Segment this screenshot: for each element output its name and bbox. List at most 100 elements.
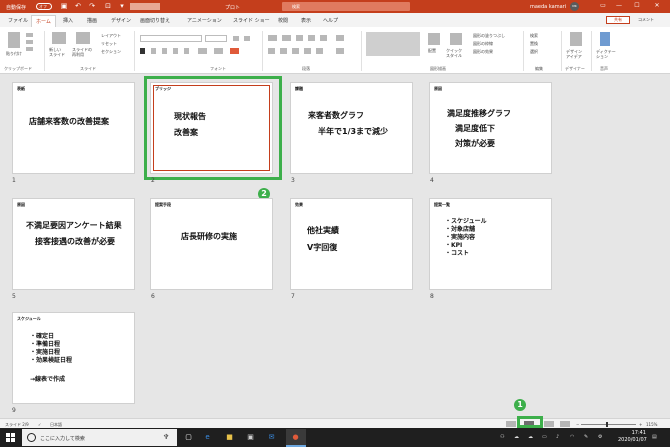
bullets-icon[interactable]: [268, 35, 277, 41]
ribbon-options-icon[interactable]: ▭: [598, 2, 608, 10]
tab-design[interactable]: デザイン: [111, 17, 131, 24]
taskbar-clock[interactable]: 17:41 2020/01/07: [618, 430, 647, 444]
tab-review[interactable]: 校閲: [278, 17, 288, 24]
tab-slideshow[interactable]: スライド ショー: [233, 17, 270, 24]
font-name-field[interactable]: [140, 35, 202, 42]
font-color-icon[interactable]: [230, 48, 239, 54]
people-icon[interactable]: ⚇: [500, 434, 504, 440]
line-spacing-icon[interactable]: [320, 35, 327, 41]
zoom-in-button[interactable]: +: [639, 422, 642, 427]
file-explorer-icon[interactable]: ■: [224, 432, 235, 443]
tab-help[interactable]: ヘルプ: [323, 17, 338, 24]
wifi-icon[interactable]: ◠: [570, 434, 574, 440]
volume-icon[interactable]: ♪: [556, 434, 559, 440]
maximize-icon[interactable]: ☐: [632, 2, 642, 10]
layout-button[interactable]: レイアウト: [101, 33, 121, 39]
microphone-icon[interactable]: ♆: [163, 433, 169, 441]
section-button[interactable]: セクション: [101, 49, 121, 55]
cut-icon[interactable]: [26, 33, 33, 37]
char-spacing-icon[interactable]: [198, 48, 207, 54]
columns-icon[interactable]: [316, 48, 323, 54]
slide-thumbnail-2-selected[interactable]: ブリッジ 現状報告 改善案: [150, 82, 273, 174]
mail-icon[interactable]: ✉: [266, 432, 277, 443]
minimize-icon[interactable]: —: [614, 2, 624, 10]
align-left-icon[interactable]: [268, 48, 275, 54]
align-center-icon[interactable]: [280, 48, 287, 54]
slide-thumbnail-9[interactable]: スケジュール ・確定日 ・準備日程 ・実施日程 ・効果検証日程 →線表で作成: [12, 312, 135, 404]
decrease-indent-icon[interactable]: [296, 35, 303, 41]
search-box[interactable]: 検索: [282, 2, 410, 11]
shapes-gallery[interactable]: [366, 32, 420, 56]
shape-outline-button[interactable]: 図形の枠線: [473, 41, 493, 47]
microphone-icon[interactable]: [600, 32, 610, 46]
slideshow-view-button[interactable]: [560, 421, 570, 427]
normal-view-button[interactable]: [506, 421, 516, 427]
quick-styles-icon[interactable]: [450, 33, 462, 45]
zoom-level[interactable]: 115%: [646, 422, 657, 427]
strikethrough-icon[interactable]: [173, 48, 178, 54]
zoom-slider-thumb[interactable]: [606, 422, 608, 427]
replace-button[interactable]: 置換: [530, 41, 538, 47]
format-painter-icon[interactable]: [26, 47, 33, 51]
onedrive-icon[interactable]: ☁: [514, 434, 519, 440]
change-case-icon[interactable]: [214, 48, 223, 54]
store-icon[interactable]: ▣: [245, 432, 256, 443]
paste-icon[interactable]: [8, 32, 20, 48]
tab-insert[interactable]: 挿入: [63, 17, 73, 24]
share-button[interactable]: 共有: [606, 16, 630, 24]
windows-start-icon[interactable]: [6, 433, 15, 442]
close-icon[interactable]: ✕: [652, 2, 662, 10]
slide-thumbnail-7[interactable]: 効果 他社実績 V字回復: [290, 198, 413, 290]
reset-button[interactable]: リセット: [101, 41, 117, 47]
tab-home[interactable]: ホーム: [31, 15, 56, 27]
tab-view[interactable]: 表示: [301, 17, 311, 24]
increase-indent-icon[interactable]: [308, 35, 315, 41]
zoom-out-button[interactable]: −: [576, 422, 579, 427]
customize-qat-icon[interactable]: ▾: [118, 2, 126, 10]
autosave-toggle[interactable]: オフ: [36, 3, 52, 10]
powerpoint-taskbar-button[interactable]: ●: [286, 429, 306, 447]
justify-icon[interactable]: [304, 48, 311, 54]
reuse-slides-icon[interactable]: [76, 32, 90, 44]
font-grow-icon[interactable]: [233, 36, 239, 41]
user-name[interactable]: maeda kamari: [530, 4, 566, 10]
slide-thumbnail-1[interactable]: 表紙 店舗来客数の改善提案: [12, 82, 135, 174]
slide-thumbnail-8[interactable]: 提案一覧 ・スケジュール ・対象店舗 ・実施内容 ・KPI ・コスト: [429, 198, 552, 290]
redo-icon[interactable]: ↷: [88, 2, 96, 10]
cloud-icon[interactable]: ☁: [528, 434, 533, 440]
slide-thumbnail-5[interactable]: 原因 不満足要因アンケート結果 接客接遇の改善が必要: [12, 198, 135, 290]
smartart-icon[interactable]: [336, 48, 344, 54]
copy-icon[interactable]: [26, 40, 33, 44]
underline-icon[interactable]: [162, 48, 167, 54]
select-button[interactable]: 選択: [530, 49, 538, 55]
reading-view-button[interactable]: [544, 421, 554, 427]
network-icon[interactable]: ▭: [542, 434, 547, 440]
notification-icon[interactable]: ▤: [652, 434, 657, 440]
tab-transitions[interactable]: 画面切り替え: [140, 17, 170, 24]
find-button[interactable]: 検索: [530, 33, 538, 39]
task-view-icon[interactable]: ▢: [183, 432, 194, 443]
undo-icon[interactable]: ↶: [74, 2, 82, 10]
shadow-icon[interactable]: [184, 48, 189, 54]
zoom-slider[interactable]: [581, 424, 636, 425]
avatar[interactable]: MK: [570, 2, 579, 11]
design-ideas-icon[interactable]: [570, 32, 582, 46]
shape-effects-button[interactable]: 図形の効果: [473, 49, 493, 55]
bold-icon[interactable]: [140, 48, 145, 54]
italic-icon[interactable]: [151, 48, 156, 54]
pen-icon[interactable]: ✎: [584, 434, 588, 440]
tab-draw[interactable]: 描画: [87, 17, 97, 24]
spellcheck-icon[interactable]: ✓: [38, 422, 41, 427]
shape-fill-button[interactable]: 図形の塗りつぶし: [473, 33, 505, 39]
taskbar-search-box[interactable]: ここに入力して検索 ♆: [22, 429, 177, 446]
text-direction-icon[interactable]: [336, 35, 344, 41]
font-size-field[interactable]: [205, 35, 227, 42]
slideshow-start-icon[interactable]: ⊡: [104, 2, 112, 10]
slide-thumbnail-6[interactable]: 提案手段 店長研修の実施: [150, 198, 273, 290]
comment-button[interactable]: コメント: [638, 16, 662, 24]
save-icon[interactable]: ▣: [60, 2, 68, 10]
tab-file[interactable]: ファイル: [8, 17, 28, 24]
font-shrink-icon[interactable]: [244, 36, 250, 41]
new-slide-icon[interactable]: [52, 32, 66, 44]
edge-icon[interactable]: e: [202, 432, 213, 443]
